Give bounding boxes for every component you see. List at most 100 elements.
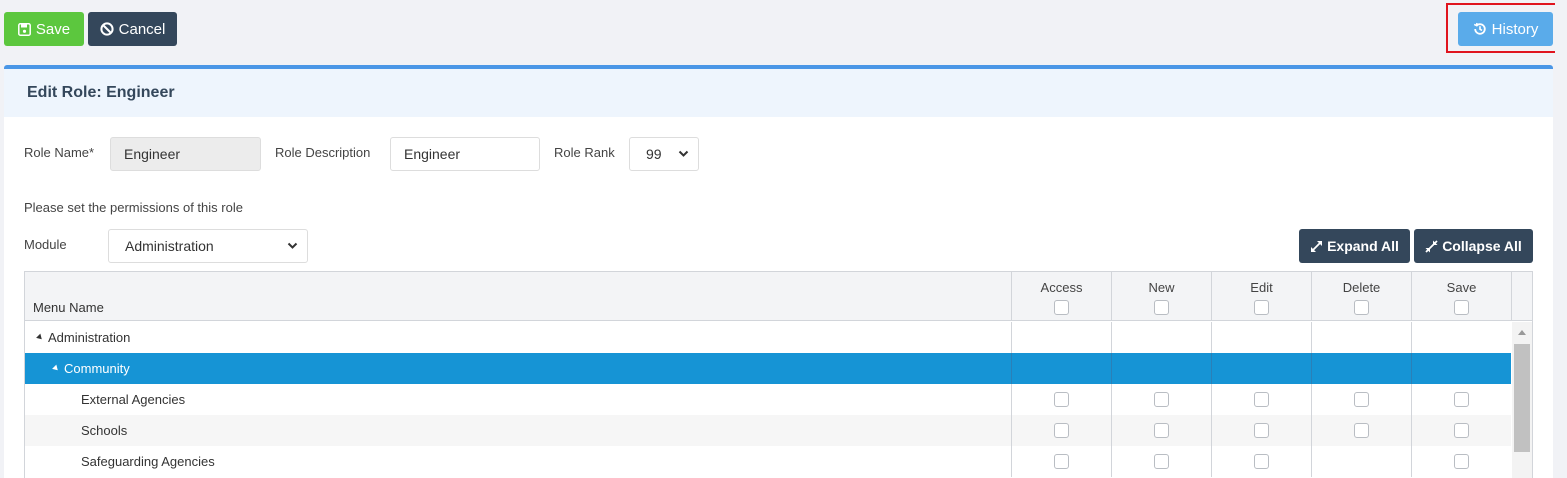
menu-item-label: Community xyxy=(64,361,130,376)
expand-toggle-icon[interactable] xyxy=(52,364,60,373)
permission-cell xyxy=(1211,415,1311,446)
permission-cell xyxy=(1011,322,1111,353)
page-scrollbar-track[interactable] xyxy=(1555,0,1567,478)
permission-cell xyxy=(1011,415,1111,446)
role-description-value: Engineer xyxy=(404,146,461,162)
role-description-field[interactable]: Engineer xyxy=(390,137,540,171)
role-description-label: Role Description xyxy=(275,145,371,160)
floppy-disk-icon xyxy=(17,22,31,36)
table-row[interactable]: Schools xyxy=(25,415,1511,446)
history-button[interactable]: History xyxy=(1458,12,1553,46)
permission-cell xyxy=(1311,446,1411,477)
table-row[interactable]: Administration xyxy=(25,322,1511,353)
ban-icon xyxy=(100,22,114,36)
column-header-label: New xyxy=(1148,280,1175,295)
permission-cell xyxy=(1211,446,1311,477)
select-all-delete-checkbox[interactable] xyxy=(1354,300,1369,315)
menu-item-label: Safeguarding Agencies xyxy=(81,454,215,469)
grid-scrollbar[interactable] xyxy=(1512,322,1532,478)
permission-cell xyxy=(1411,384,1511,415)
permission-checkbox[interactable] xyxy=(1054,423,1069,438)
role-name-field[interactable]: Engineer xyxy=(110,137,261,171)
permission-cell xyxy=(1211,384,1311,415)
column-header-edit: Edit xyxy=(1211,272,1311,321)
permission-cell xyxy=(1311,322,1411,353)
permission-checkbox[interactable] xyxy=(1054,454,1069,469)
role-rank-value: 99 xyxy=(646,146,662,162)
select-all-new-checkbox[interactable] xyxy=(1154,300,1169,315)
menu-item-label: Schools xyxy=(81,423,128,438)
module-value: Administration xyxy=(125,238,214,254)
compress-icon xyxy=(1425,239,1438,253)
permission-cell xyxy=(1011,384,1111,415)
menu-name-cell: External Agencies xyxy=(25,384,1011,415)
expand-all-label: Expand All xyxy=(1327,238,1399,254)
role-rank-label: Role Rank xyxy=(554,145,615,160)
permission-checkbox[interactable] xyxy=(1354,392,1369,407)
module-select[interactable]: Administration xyxy=(108,229,308,263)
permission-cell xyxy=(1311,384,1411,415)
permission-checkbox[interactable] xyxy=(1454,392,1469,407)
collapse-all-label: Collapse All xyxy=(1442,238,1522,254)
column-header-new: New xyxy=(1111,272,1211,321)
table-row[interactable]: External Agencies xyxy=(25,384,1511,415)
menu-name-cell: Schools xyxy=(25,415,1011,446)
select-all-edit-checkbox[interactable] xyxy=(1254,300,1269,315)
cancel-button[interactable]: Cancel xyxy=(88,12,177,46)
permissions-grid: Menu Name Access New Edit Delete Save Ad… xyxy=(24,271,1533,478)
menu-name-cell: Safeguarding Agencies xyxy=(25,446,1011,477)
select-all-save-checkbox[interactable] xyxy=(1454,300,1469,315)
permission-checkbox[interactable] xyxy=(1254,423,1269,438)
permission-checkbox[interactable] xyxy=(1454,423,1469,438)
menu-item-label: Administration xyxy=(48,330,131,345)
menu-item-label: External Agencies xyxy=(81,392,186,407)
permission-checkbox[interactable] xyxy=(1054,392,1069,407)
history-button-label: History xyxy=(1491,20,1539,38)
permission-checkbox[interactable] xyxy=(1254,454,1269,469)
collapse-all-button[interactable]: Collapse All xyxy=(1414,229,1533,263)
table-row[interactable]: Safeguarding Agencies xyxy=(25,446,1511,477)
column-header-label: Delete xyxy=(1342,280,1381,295)
header-scroll-spacer xyxy=(1511,272,1532,321)
permission-checkbox[interactable] xyxy=(1454,454,1469,469)
permission-cell xyxy=(1411,353,1511,384)
role-rank-select[interactable]: 99 xyxy=(629,137,699,171)
permission-cell xyxy=(1111,353,1211,384)
menu-name-cell: Community xyxy=(25,353,1011,384)
column-header-save: Save xyxy=(1411,272,1511,321)
expand-toggle-icon[interactable] xyxy=(36,333,44,342)
chevron-down-icon xyxy=(678,150,689,157)
expand-all-button[interactable]: Expand All xyxy=(1299,229,1410,263)
permission-cell xyxy=(1111,322,1211,353)
card-header: Edit Role: Engineer xyxy=(4,69,1553,117)
permission-cell xyxy=(1411,322,1511,353)
page-title: Edit Role: Engineer xyxy=(27,84,175,101)
table-row[interactable]: Community xyxy=(25,353,1511,384)
scroll-up-arrow-icon[interactable] xyxy=(1518,330,1526,335)
column-header-delete: Delete xyxy=(1311,272,1411,321)
permission-cell xyxy=(1411,415,1511,446)
column-header-access: Access xyxy=(1011,272,1111,321)
chevron-down-icon xyxy=(287,242,298,249)
column-header-label: Access xyxy=(1040,280,1083,295)
role-name-value: Engineer xyxy=(124,146,181,162)
permission-cell xyxy=(1011,446,1111,477)
permission-checkbox[interactable] xyxy=(1354,423,1369,438)
permission-cell xyxy=(1111,415,1211,446)
permission-cell xyxy=(1111,446,1211,477)
column-header-label: Save xyxy=(1446,280,1477,295)
menu-name-header: Menu Name xyxy=(33,300,104,315)
permission-cell xyxy=(1411,446,1511,477)
history-icon xyxy=(1473,22,1486,35)
permission-checkbox[interactable] xyxy=(1154,454,1169,469)
save-button[interactable]: Save xyxy=(4,12,84,46)
permission-cell xyxy=(1011,353,1111,384)
permission-checkbox[interactable] xyxy=(1254,392,1269,407)
grid-header: Menu Name Access New Edit Delete Save xyxy=(25,272,1532,321)
cancel-button-label: Cancel xyxy=(118,20,166,38)
permission-checkbox[interactable] xyxy=(1154,423,1169,438)
permissions-note: Please set the permissions of this role xyxy=(24,200,243,215)
permission-checkbox[interactable] xyxy=(1154,392,1169,407)
select-all-access-checkbox[interactable] xyxy=(1054,300,1069,315)
scrollbar-thumb[interactable] xyxy=(1514,344,1530,452)
